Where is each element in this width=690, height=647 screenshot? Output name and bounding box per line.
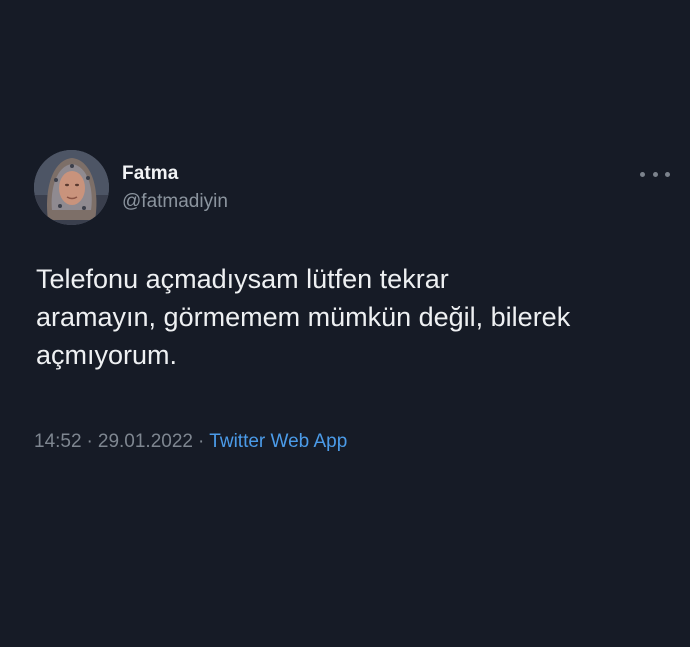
- avatar[interactable]: [34, 150, 109, 225]
- dot: [640, 171, 645, 177]
- author-block: Fatma @fatmadiyin: [122, 163, 228, 213]
- tweet-card: Fatma @fatmadiyin Telefonu açmadıysam lü…: [0, 0, 690, 647]
- more-options-icon[interactable]: [640, 168, 670, 180]
- dot: [652, 171, 658, 177]
- tweet-time[interactable]: 14:52: [34, 431, 82, 452]
- tweet-date[interactable]: 29.01.2022: [98, 431, 193, 452]
- dot: [665, 171, 670, 177]
- meta-separator: ·: [86, 431, 93, 452]
- author-display-name[interactable]: Fatma: [122, 163, 228, 185]
- tweet-meta: 14:52 · 29.01.2022 · Twitter Web App: [34, 430, 347, 454]
- tweet-text: Telefonu açmadıysam lütfen tekrar aramay…: [36, 264, 571, 370]
- meta-separator: ·: [197, 431, 205, 452]
- author-handle[interactable]: @fatmadiyin: [122, 191, 228, 213]
- tweet-source-link[interactable]: Twitter Web App: [209, 431, 347, 452]
- profile-photo-icon: [34, 150, 109, 225]
